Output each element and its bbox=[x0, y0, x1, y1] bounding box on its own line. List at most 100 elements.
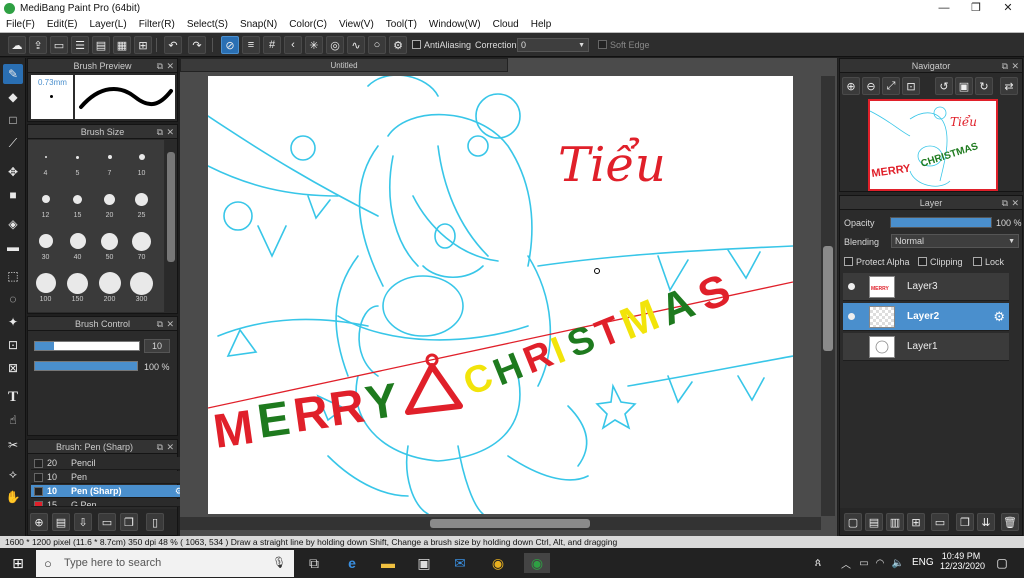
menu-edit[interactable]: Edit(E) bbox=[41, 17, 84, 30]
drawing-canvas[interactable]: Tiểu M E R R Y C H R I S T M A S bbox=[208, 76, 793, 514]
divide-tool-icon[interactable]: ✂ bbox=[3, 435, 23, 455]
flip-icon[interactable]: ⇄ bbox=[1000, 77, 1018, 95]
task-view-icon[interactable]: ⧉ bbox=[304, 553, 324, 573]
eraser-tool-icon[interactable]: ◆ bbox=[3, 87, 23, 107]
undo-icon[interactable]: ↶ bbox=[164, 36, 182, 54]
soft-edge-checkbox[interactable] bbox=[598, 40, 607, 49]
minimize-button[interactable]: — bbox=[928, 0, 960, 17]
brush-size-scrollbar[interactable] bbox=[165, 140, 177, 312]
layer-row-layer1[interactable]: Layer1 bbox=[843, 333, 1009, 361]
popout-icon[interactable]: ⧉ bbox=[157, 59, 163, 73]
comment-icon[interactable]: ▭ bbox=[50, 36, 68, 54]
brush-size-option[interactable]: 10 bbox=[127, 144, 156, 182]
blending-select[interactable]: Normal ▼ bbox=[891, 234, 1019, 248]
protect-alpha-toggle[interactable]: Protect Alpha bbox=[844, 257, 910, 267]
close-icon[interactable]: ✕ bbox=[166, 317, 174, 331]
brush-folder-icon[interactable]: ▭ bbox=[98, 513, 116, 531]
canvas-horizontal-scrollbar[interactable] bbox=[180, 517, 821, 530]
hand-tool-icon[interactable]: ✋ bbox=[3, 487, 23, 507]
fit-view-icon[interactable]: ▣ bbox=[955, 77, 973, 95]
close-icon[interactable]: ✕ bbox=[1011, 59, 1019, 73]
menu-filter[interactable]: Filter(R) bbox=[133, 17, 181, 30]
popout-icon[interactable]: ⧉ bbox=[157, 317, 163, 331]
snap-radial-icon[interactable]: ✳ bbox=[305, 36, 323, 54]
brush-size-option[interactable]: 200 bbox=[95, 270, 124, 308]
brush-delete-icon[interactable]: ▯ bbox=[146, 513, 164, 531]
brush-item-pen[interactable]: 10 Pen bbox=[31, 471, 187, 484]
brush-item-pen-sharp[interactable]: 10 Pen (Sharp) ⚙ bbox=[31, 485, 187, 498]
text-tool-icon[interactable]: T bbox=[3, 387, 23, 407]
medibang-task-icon[interactable]: ◉ bbox=[524, 553, 550, 573]
menu-help[interactable]: Help bbox=[525, 17, 558, 30]
file-explorer-icon[interactable]: ▬ bbox=[378, 553, 398, 573]
popout-icon[interactable]: ⧉ bbox=[1002, 196, 1008, 210]
brush-file-icon[interactable]: ▤ bbox=[52, 513, 70, 531]
brush-size-option[interactable]: 300 bbox=[127, 270, 156, 308]
menu-view[interactable]: View(V) bbox=[333, 17, 380, 30]
new-layer-icon[interactable]: ▢ bbox=[844, 513, 862, 531]
close-icon[interactable]: ✕ bbox=[1011, 196, 1019, 210]
snap-settings-icon[interactable]: ⚙ bbox=[389, 36, 407, 54]
popout-icon[interactable]: ⧉ bbox=[1002, 59, 1008, 73]
eyedropper-tool-icon[interactable]: ⟡ bbox=[3, 464, 23, 484]
cloud-icon[interactable]: ☁ bbox=[8, 36, 26, 54]
notifications-icon[interactable]: ▢ bbox=[992, 553, 1012, 573]
menu-snap[interactable]: Snap(N) bbox=[234, 17, 283, 30]
duplicate-layer-icon[interactable]: ❐ bbox=[956, 513, 974, 531]
chrome-icon[interactable]: ◉ bbox=[488, 553, 508, 573]
network-icon[interactable]: ◠ bbox=[870, 553, 890, 573]
brush-size-option[interactable]: 7 bbox=[95, 144, 124, 182]
canvas-vertical-scrollbar[interactable] bbox=[821, 76, 835, 516]
popout-icon[interactable]: ⧉ bbox=[157, 440, 163, 454]
menu-color[interactable]: Color(C) bbox=[283, 17, 333, 30]
clipping-toggle[interactable]: Clipping bbox=[918, 257, 963, 267]
document-tab[interactable]: Untitled bbox=[180, 58, 508, 72]
chevron-up-icon[interactable]: ︿ bbox=[836, 553, 856, 573]
menu-window[interactable]: Window(W) bbox=[423, 17, 487, 30]
actual-size-icon[interactable]: ⊡ bbox=[902, 77, 920, 95]
rotate-right-icon[interactable]: ↻ bbox=[975, 77, 993, 95]
bucket-tool-icon[interactable]: ◈ bbox=[3, 214, 23, 234]
layer-row-layer3[interactable]: MERRY Layer3 bbox=[843, 273, 1009, 301]
layer-opacity-slider[interactable] bbox=[890, 217, 992, 228]
navigator-preview[interactable]: Tiểu MERRY CHRISTMAS bbox=[868, 99, 998, 191]
layer-folder-icon[interactable]: ▭ bbox=[931, 513, 949, 531]
antialiasing-toggle[interactable]: AntiAliasing bbox=[412, 40, 471, 50]
clock[interactable]: 10:49 PM 12/23/2020 bbox=[940, 551, 985, 571]
line-tool-icon[interactable]: ⟋ bbox=[3, 133, 23, 153]
add-brush-icon[interactable]: ⊕ bbox=[30, 513, 48, 531]
brush-size-option[interactable]: 4 bbox=[31, 144, 60, 182]
snap-off-icon[interactable]: ⊘ bbox=[221, 36, 239, 54]
taskbar-search-input[interactable]: ○ Type here to search 🎙 bbox=[36, 550, 294, 577]
menu-select[interactable]: Select(S) bbox=[181, 17, 234, 30]
pages-icon[interactable]: ▦ bbox=[113, 36, 131, 54]
snap-parallel-icon[interactable]: ≡ bbox=[242, 36, 260, 54]
operation-tool-icon[interactable]: ☝ bbox=[3, 410, 23, 430]
merge-layer-icon[interactable]: ⇊ bbox=[977, 513, 995, 531]
fill-rect-tool-icon[interactable]: ■ bbox=[3, 185, 23, 205]
menu-file[interactable]: File(F) bbox=[0, 17, 41, 30]
select-tool-icon[interactable]: ⬚ bbox=[3, 266, 23, 286]
brush-opacity-slider[interactable] bbox=[34, 361, 138, 371]
menu-layer[interactable]: Layer(L) bbox=[83, 17, 132, 30]
brush-size-option[interactable]: 70 bbox=[127, 228, 156, 266]
new-halftone-layer-icon[interactable]: ▤ bbox=[865, 513, 883, 531]
brush-size-slider[interactable] bbox=[34, 341, 140, 351]
zoom-out-icon[interactable]: ⊖ bbox=[862, 77, 880, 95]
snap-curve-icon[interactable]: ∿ bbox=[347, 36, 365, 54]
menu-tool[interactable]: Tool(T) bbox=[380, 17, 423, 30]
close-icon[interactable]: ✕ bbox=[166, 59, 174, 73]
brush-size-option[interactable]: 15 bbox=[63, 186, 92, 224]
snap-vanishing-icon[interactable]: ‹ bbox=[284, 36, 302, 54]
brush-size-option[interactable]: 20 bbox=[95, 186, 124, 224]
brush-tool-icon[interactable]: ✎ bbox=[3, 64, 23, 84]
volume-icon[interactable]: 🔈 bbox=[888, 553, 908, 573]
brush-size-option[interactable]: 12 bbox=[31, 186, 60, 224]
rotate-left-icon[interactable]: ↺ bbox=[935, 77, 953, 95]
microphone-icon[interactable]: 🎙 bbox=[272, 550, 286, 577]
fit-icon[interactable]: ⤢ bbox=[882, 77, 900, 95]
snap-cross-icon[interactable]: # bbox=[263, 36, 281, 54]
rectangle-tool-icon[interactable]: □ bbox=[3, 110, 23, 130]
select-eraser-tool-icon[interactable]: ⊠ bbox=[3, 358, 23, 378]
brush-size-option[interactable]: 5 bbox=[63, 144, 92, 182]
